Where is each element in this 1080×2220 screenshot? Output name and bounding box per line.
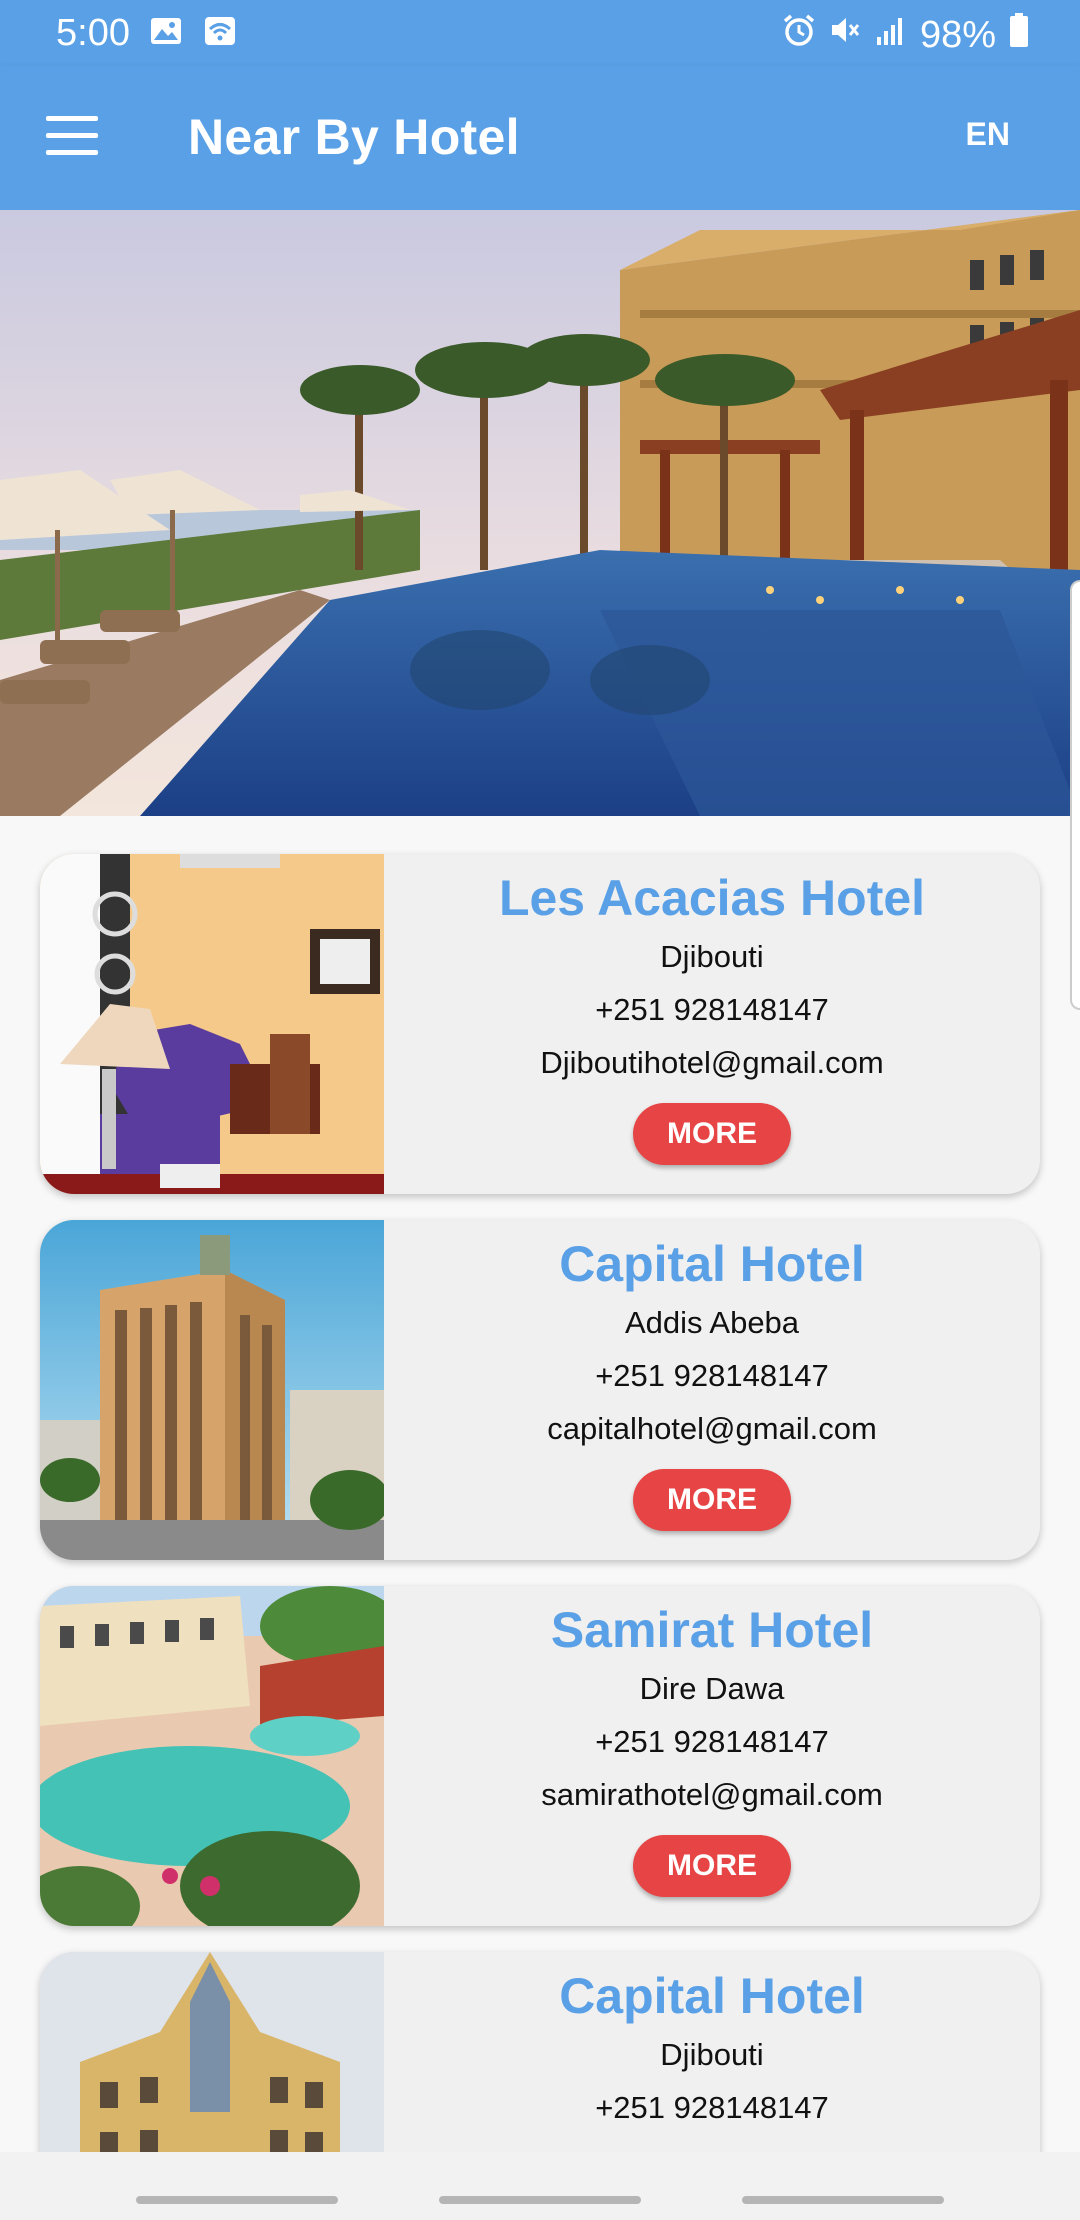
hotel-phone: +251 928148147 bbox=[595, 2090, 829, 2125]
hotel-info: Capital Hotel Djibouti +251 928148147 bbox=[384, 1952, 1040, 2152]
hero-image bbox=[0, 210, 1080, 816]
alarm-icon bbox=[782, 13, 816, 57]
app-bar: Near By Hotel EN bbox=[0, 66, 1080, 210]
hotel-card[interactable]: Samirat Hotel Dire Dawa +251 928148147 s… bbox=[40, 1586, 1040, 1926]
hotel-card[interactable]: Capital Hotel Addis Abeba +251 928148147… bbox=[40, 1220, 1040, 1560]
hotel-info: Capital Hotel Addis Abeba +251 928148147… bbox=[384, 1220, 1040, 1560]
hotel-thumbnail[interactable] bbox=[40, 1220, 384, 1560]
hotel-phone: +251 928148147 bbox=[595, 992, 829, 1027]
wifi-icon bbox=[204, 16, 236, 51]
hotel-thumbnail[interactable] bbox=[40, 854, 384, 1194]
hotel-city: Djibouti bbox=[660, 939, 764, 974]
mute-icon bbox=[828, 13, 862, 57]
nav-home-button[interactable] bbox=[439, 2196, 641, 2204]
hotel-info: Samirat Hotel Dire Dawa +251 928148147 s… bbox=[384, 1586, 1040, 1926]
system-nav-bar bbox=[0, 2152, 1080, 2220]
hotel-city: Addis Abeba bbox=[624, 1305, 800, 1340]
app-title: Near By Hotel bbox=[188, 109, 520, 165]
hotel-name: Samirat Hotel bbox=[550, 1602, 874, 1658]
menu-icon[interactable] bbox=[46, 116, 98, 156]
battery-icon bbox=[1008, 12, 1030, 58]
hotel-phone: +251 928148147 bbox=[595, 1724, 829, 1759]
more-button[interactable]: MORE bbox=[633, 1835, 791, 1897]
status-bar: 5:00 98% bbox=[0, 0, 1080, 66]
hotel-info: Les Acacias Hotel Djibouti +251 92814814… bbox=[384, 854, 1040, 1194]
more-button[interactable]: MORE bbox=[633, 1103, 791, 1165]
hotel-email: samirathotel@gmail.com bbox=[541, 1777, 883, 1812]
hotel-name: Capital Hotel bbox=[559, 1236, 865, 1292]
nav-recents-button[interactable] bbox=[136, 2196, 338, 2204]
status-time: 5:00 bbox=[56, 12, 130, 54]
hotel-name: Capital Hotel bbox=[559, 1968, 865, 2024]
hotel-thumbnail[interactable] bbox=[40, 1586, 384, 1926]
battery-percent: 98% bbox=[919, 13, 996, 56]
hotel-name: Les Acacias Hotel bbox=[498, 870, 926, 926]
hotel-card[interactable]: Capital Hotel Djibouti +251 928148147 bbox=[40, 1952, 1040, 2152]
hotel-city: Dire Dawa bbox=[639, 1671, 785, 1706]
hotel-email: capitalhotel@gmail.com bbox=[547, 1411, 877, 1446]
signal-icon bbox=[874, 13, 908, 57]
hotel-thumbnail[interactable] bbox=[40, 1952, 384, 2152]
language-selector[interactable]: EN bbox=[966, 116, 1010, 153]
hotel-list[interactable]: Les Acacias Hotel Djibouti +251 92814814… bbox=[0, 816, 1080, 2152]
hotel-phone: +251 928148147 bbox=[595, 1358, 829, 1393]
nav-back-button[interactable] bbox=[742, 2196, 944, 2204]
hotel-city: Djibouti bbox=[660, 2037, 764, 2072]
more-button[interactable]: MORE bbox=[633, 1469, 791, 1531]
gallery-icon bbox=[150, 17, 182, 50]
hotel-email: Djiboutihotel@gmail.com bbox=[540, 1045, 884, 1080]
hotel-card[interactable]: Les Acacias Hotel Djibouti +251 92814814… bbox=[40, 854, 1040, 1194]
